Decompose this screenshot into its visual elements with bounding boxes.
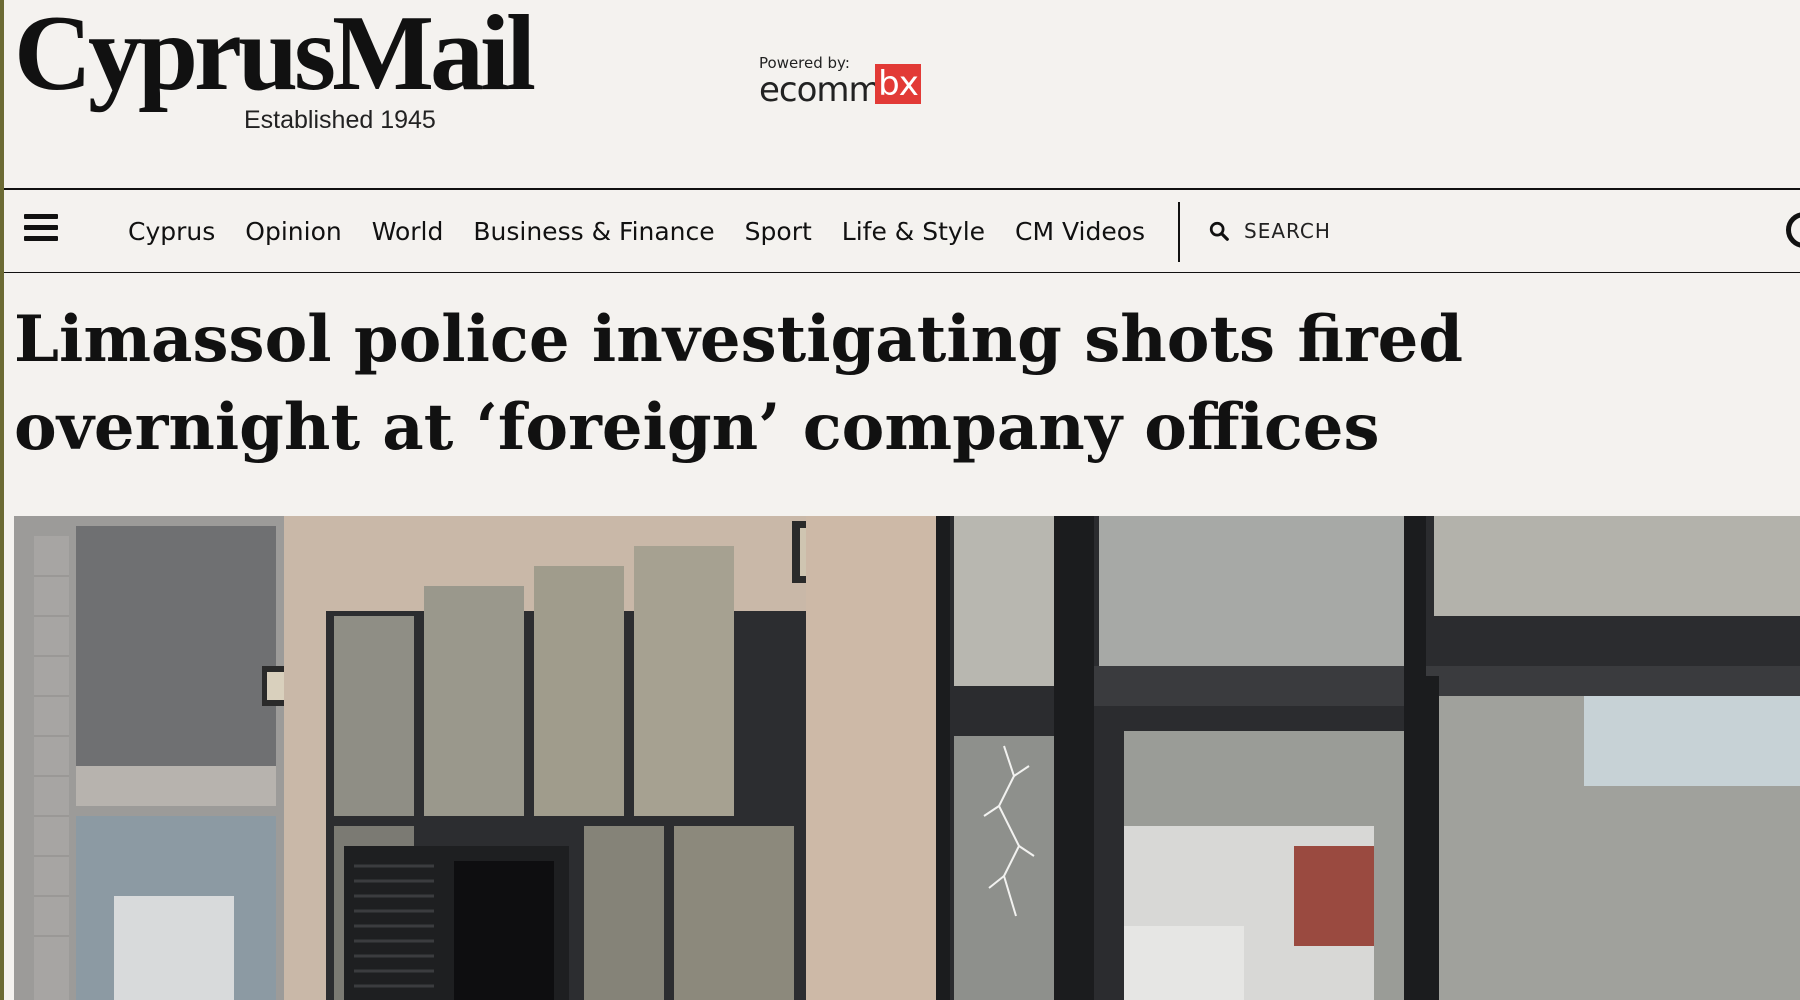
- hamburger-menu-button[interactable]: [24, 214, 58, 248]
- nav-item-cyprus[interactable]: Cyprus: [128, 217, 215, 246]
- search-input[interactable]: [1244, 219, 1544, 243]
- sponsor-badge[interactable]: Powered by: ecomm bx: [759, 54, 959, 114]
- nav-item-cm-videos[interactable]: CM Videos: [1015, 217, 1145, 246]
- sponsor-brand: ecomm: [759, 70, 882, 110]
- sponsor-brand-box: bx: [875, 64, 921, 104]
- nav-items: Cyprus Opinion World Business & Finance …: [128, 190, 1175, 272]
- search-icon[interactable]: [1208, 220, 1230, 242]
- nav-item-business-finance[interactable]: Business & Finance: [473, 217, 714, 246]
- nav-item-world[interactable]: World: [372, 217, 444, 246]
- nav-item-life-style[interactable]: Life & Style: [842, 217, 985, 246]
- search-box[interactable]: [1208, 214, 1544, 248]
- nav-divider: [1178, 202, 1180, 262]
- article-headline: Limassol police investigating shots fire…: [14, 302, 1464, 465]
- nav-item-sport[interactable]: Sport: [745, 217, 812, 246]
- logo-wordmark: CyprusMail: [14, 0, 536, 113]
- user-icon[interactable]: [1786, 212, 1800, 248]
- article-hero-image: [14, 516, 1800, 1000]
- established-tagline: Established 1945: [244, 106, 436, 134]
- nav-item-opinion[interactable]: Opinion: [245, 217, 341, 246]
- window-edge: [0, 0, 4, 1000]
- masthead: CyprusMail Established 1945 Powered by: …: [14, 0, 921, 136]
- main-navigation: Cyprus Opinion World Business & Finance …: [4, 188, 1800, 273]
- site-logo[interactable]: CyprusMail Established 1945: [14, 0, 734, 136]
- hamburger-icon: [24, 214, 58, 219]
